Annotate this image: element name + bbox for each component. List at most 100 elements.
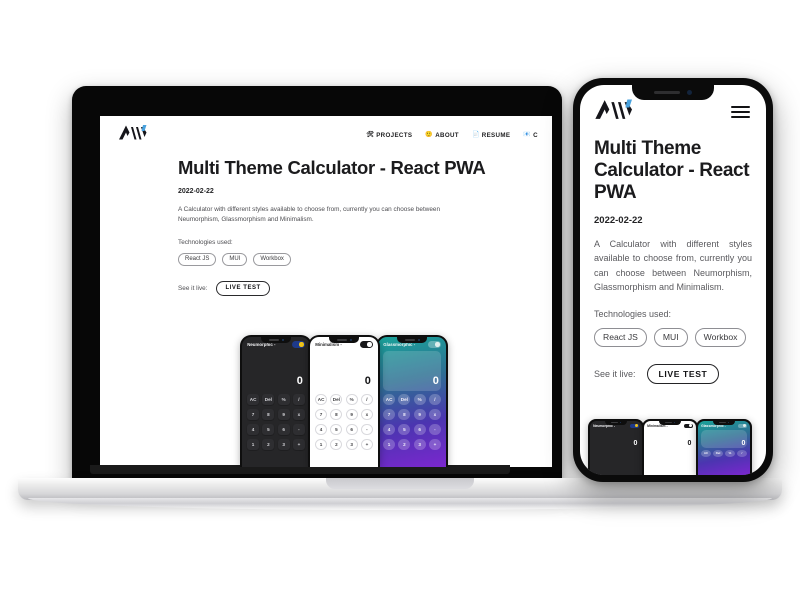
tech-chip-workbox[interactable]: Workbox [253, 252, 291, 266]
laptop-base [18, 478, 782, 512]
calc-key[interactable]: 1 [383, 438, 395, 451]
glass-panel [383, 351, 441, 392]
calc-key[interactable]: x [429, 408, 441, 421]
calc-key[interactable]: + [429, 438, 441, 451]
calc-key[interactable]: 4 [247, 423, 259, 436]
technologies-label: Technologies used: [594, 308, 672, 319]
calc-key[interactable]: AC [315, 393, 327, 406]
calc-key[interactable]: 6 [345, 423, 358, 436]
calc-key[interactable]: / [429, 393, 441, 406]
page-title: Multi Theme Calculator - React PWA [594, 138, 750, 204]
theme-toggle[interactable] [359, 341, 373, 348]
calc-key[interactable]: Del [398, 393, 411, 406]
technology-chip-list: React JS MUI Workbox [178, 252, 508, 266]
nav-item-contact[interactable]: 📧 C [523, 132, 538, 139]
calc-key[interactable]: 8 [262, 408, 275, 421]
live-demo-label: See it live: [178, 284, 208, 292]
calc-key[interactable]: 2 [398, 438, 411, 451]
screenshot-stage: 🛠 PROJECTS 🙂 ABOUT 📄 RESUME 📧 C Multi Th… [0, 0, 800, 600]
phone-notch [397, 337, 427, 343]
calc-key[interactable]: x [361, 408, 373, 421]
nav-label-about: ABOUT [435, 131, 459, 139]
theme-toggle[interactable] [291, 341, 305, 348]
calc-key[interactable]: 1 [315, 438, 327, 451]
calc-key[interactable]: % [277, 393, 290, 406]
calc-key[interactable]: 9 [345, 408, 358, 421]
site-logo[interactable] [594, 98, 634, 126]
calc-key[interactable]: x [293, 408, 305, 421]
nav-label-resume: RESUME [481, 131, 511, 139]
calculator-preview-minimalism[interactable]: Minimalism - 0 AC Del % / 7 8 9 x 4 5 6 … [308, 335, 380, 467]
calculator-preview-neumorphic[interactable]: Neumorphic - 0 AC Del % / 7 8 9 x 4 5 6 … [240, 335, 312, 467]
calc-key[interactable]: 8 [398, 408, 411, 421]
calc-key[interactable]: 5 [330, 423, 343, 436]
theme-toggle[interactable] [427, 341, 441, 348]
calc-key[interactable]: Del [330, 393, 343, 406]
calculator-preview-neumorphic[interactable]: Neumorphic - 0 [588, 419, 644, 475]
desktop-nav-links: 🛠 PROJECTS 🙂 ABOUT 📄 RESUME 📧 C [366, 132, 538, 139]
calc-key[interactable]: % [413, 393, 426, 406]
article-description: A Calculator with different styles avail… [178, 205, 441, 224]
calc-key[interactable]: 5 [398, 423, 411, 436]
tech-chip-mui[interactable]: MUI [653, 327, 688, 347]
calc-key[interactable]: + [293, 438, 305, 451]
theme-toggle[interactable] [737, 423, 747, 428]
calc-key[interactable]: AC [247, 393, 259, 406]
calculator-screen: Glassmorphic - 0 AC Del % / 7 8 9 x 4 5 … [378, 337, 446, 467]
theme-toggle[interactable] [629, 423, 639, 428]
calc-key[interactable]: 3 [345, 438, 358, 451]
calc-key[interactable]: Del [262, 393, 275, 406]
site-logo[interactable] [118, 124, 148, 146]
nav-item-about[interactable]: 🙂 ABOUT [425, 132, 459, 139]
tech-chip-workbox[interactable]: Workbox [694, 327, 747, 347]
calc-key[interactable]: 9 [413, 408, 426, 421]
live-test-button[interactable]: LIVE TEST [216, 280, 270, 296]
nav-item-resume[interactable]: 📄 RESUME [472, 132, 510, 139]
calc-key[interactable]: 7 [383, 408, 395, 421]
calc-key[interactable]: - [361, 423, 373, 436]
calc-key[interactable]: % [725, 449, 735, 457]
calculator-preview-glassmorphic[interactable]: Glassmorphic - 0 AC Del % / [696, 419, 752, 475]
tech-chip-react[interactable]: React JS [178, 252, 217, 266]
calculator-screenshot-group: Neumorphic - 0 AC Del % / 7 8 9 x 4 5 6 … [240, 335, 448, 467]
calc-key[interactable]: 2 [330, 438, 343, 451]
nav-label-contact: C [533, 131, 538, 139]
iphone-screen: Multi Theme Calculator - React PWA 2022-… [580, 85, 766, 475]
calc-key[interactable]: 7 [315, 408, 327, 421]
calculator-preview-glassmorphic[interactable]: Glassmorphic - 0 AC Del % / 7 8 9 x 4 5 … [376, 335, 448, 467]
calc-key[interactable]: / [361, 393, 373, 406]
calc-key[interactable]: 9 [277, 408, 290, 421]
calc-key[interactable]: 1 [247, 438, 259, 451]
calc-key[interactable]: / [736, 449, 747, 457]
desktop-article: Multi Theme Calculator - React PWA 2022-… [100, 150, 552, 296]
tech-chip-react[interactable]: React JS [594, 327, 647, 347]
phone-notch [329, 337, 359, 343]
calc-key[interactable]: 3 [277, 438, 290, 451]
calc-key[interactable]: 7 [247, 408, 259, 421]
calc-key[interactable]: + [361, 438, 373, 451]
theme-toggle[interactable] [683, 423, 693, 428]
calc-key[interactable]: - [429, 423, 441, 436]
phone-notch [261, 337, 291, 343]
calc-key[interactable]: 4 [315, 423, 327, 436]
mail-icon: 📧 [523, 132, 532, 138]
calc-key[interactable]: AC [701, 449, 712, 457]
hamburger-menu-icon[interactable] [729, 104, 752, 119]
calc-key[interactable]: - [293, 423, 305, 436]
calc-key[interactable]: 4 [383, 423, 395, 436]
calc-key[interactable]: / [293, 393, 305, 406]
nav-item-projects[interactable]: 🛠 PROJECTS [366, 132, 412, 139]
live-demo-row: See it live: LIVE TEST [594, 363, 752, 385]
tech-chip-mui[interactable]: MUI [222, 252, 248, 266]
calculator-preview-minimalism[interactable]: Minimalism - 0 [642, 419, 698, 475]
calc-key[interactable]: AC [383, 393, 395, 406]
calc-key[interactable]: 6 [277, 423, 290, 436]
calc-key[interactable]: 5 [262, 423, 275, 436]
calc-key[interactable]: 6 [413, 423, 426, 436]
calc-key[interactable]: 8 [330, 408, 343, 421]
calc-key[interactable]: 3 [413, 438, 426, 451]
calc-key[interactable]: % [345, 393, 358, 406]
calc-key[interactable]: 2 [262, 438, 275, 451]
live-test-button[interactable]: LIVE TEST [646, 363, 720, 385]
calc-key[interactable]: Del [713, 449, 723, 457]
